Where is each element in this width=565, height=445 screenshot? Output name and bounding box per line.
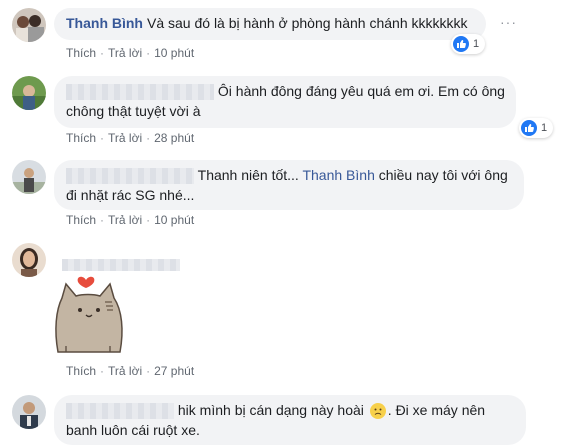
like-link[interactable]: Thích [66, 131, 96, 145]
reply-link[interactable]: Trả lời [108, 131, 142, 145]
reaction-number: 1 [473, 38, 480, 50]
comment-bubble: Thanh niên tốt... Thanh Bình chiều nay t… [54, 160, 524, 210]
comment-bubble: Thanh Bình Và sau đó là bị hành ở phòng h… [54, 8, 486, 40]
avatar[interactable] [12, 76, 46, 110]
comment-bubble: Ôi hành đông đáng yêu quá em ơi. Em có ô… [54, 76, 516, 128]
comment-text-line2: đi nhặt rác SG nhé... [66, 187, 195, 203]
avatar[interactable] [12, 395, 46, 429]
more-options-icon[interactable]: ··· [500, 14, 517, 30]
like-link[interactable]: Thích [66, 213, 96, 227]
comment-text: chiều nay tôi với ông [378, 167, 508, 183]
reaction-number: 1 [541, 122, 548, 134]
comment-text: Ôi hành đông đáng yêu quá em ơi. Em có ô… [217, 83, 505, 99]
avatar[interactable] [12, 243, 46, 277]
pusheen-sticker[interactable] [50, 270, 130, 360]
reaction-count[interactable]: 1 [519, 118, 554, 138]
reply-link[interactable]: Trả lời [108, 213, 142, 227]
redacted-author [66, 168, 194, 185]
comment-time[interactable]: 28 phút [154, 131, 194, 145]
comment-time[interactable]: 10 phút [154, 213, 194, 227]
comment-text: Và sau đó là bị hành ở phòng hành chánh … [147, 15, 468, 31]
comment-text-line2: chông thật tuyệt vời à [66, 103, 201, 119]
comment-actions: Thích · Trả lời · 10 phút [66, 46, 195, 60]
like-reaction-icon [453, 36, 469, 52]
comment-text: . Đi xe máy nên [387, 402, 486, 418]
like-link[interactable]: Thích [66, 364, 96, 378]
redacted-author [66, 84, 214, 101]
redacted-author [66, 403, 174, 420]
comment-bubble: hik mình bị cán dạng này hoài . Đi xe má… [54, 395, 526, 445]
like-link[interactable]: Thích [66, 46, 96, 60]
reaction-count[interactable]: 1 [451, 34, 486, 54]
mention-link[interactable]: Thanh Bình [302, 167, 374, 183]
comment-text: Thanh niên tốt... [197, 167, 299, 183]
comment-text-line2: banh luôn cái ruột xe. [66, 422, 200, 438]
comment-author[interactable]: Thanh Bình [66, 15, 143, 31]
comment-time[interactable]: 10 phút [154, 46, 194, 60]
reply-link[interactable]: Trả lời [108, 364, 142, 378]
like-reaction-icon [521, 120, 537, 136]
avatar[interactable] [12, 160, 46, 194]
reply-link[interactable]: Trả lời [108, 46, 142, 60]
comment-actions: Thích · Trả lời · 28 phút [66, 131, 195, 145]
worried-emoji-icon [369, 403, 386, 420]
comment-actions: Thích · Trả lời · 10 phút [66, 213, 195, 227]
comment-actions: Thích · Trả lời · 27 phút [66, 364, 195, 378]
comment-text: hik mình bị cán dạng này hoài [177, 402, 364, 418]
comment-time[interactable]: 27 phút [154, 364, 194, 378]
avatar[interactable] [12, 8, 46, 42]
